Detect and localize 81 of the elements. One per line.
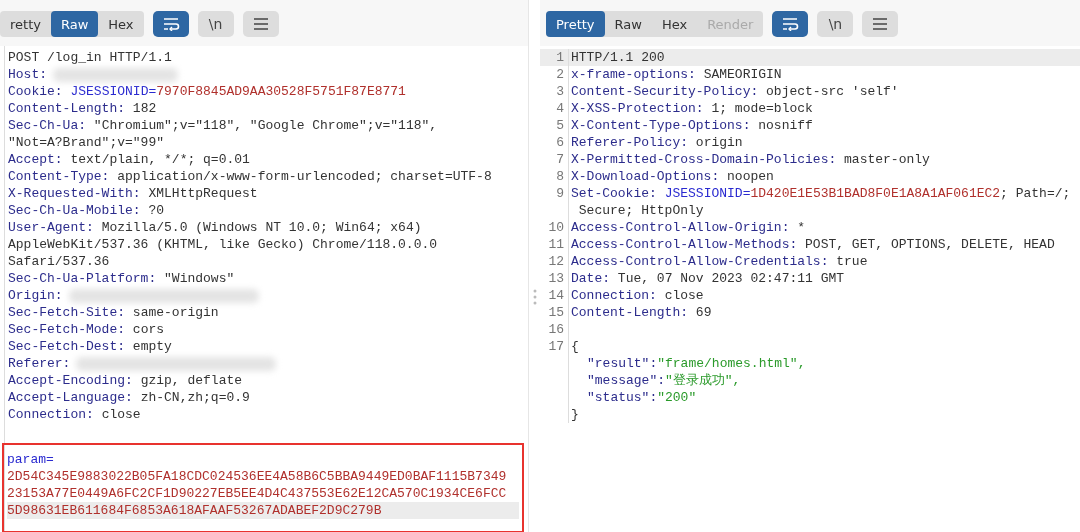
- code-line: Sec-Ch-Ua: "Chromium";v="118", "Google Chrome";v="118",: [8, 117, 438, 134]
- code-line: Host:: [8, 66, 47, 83]
- code-line: "status":"200": [586, 389, 697, 406]
- code-line: Sec-Fetch-Site: same-origin: [8, 304, 219, 321]
- view-tab[interactable]: Raw: [604, 11, 652, 37]
- code-line: Sec-Ch-Ua-Mobile: ?0: [8, 202, 165, 219]
- code-line: {: [571, 338, 579, 355]
- code-line: POST /log_in HTTP/1.1: [8, 49, 172, 66]
- code-line: Sec-Ch-Ua-Platform: "Windows": [8, 270, 235, 287]
- code-line: Set-Cookie: JSESSIONID=1D420E1E53B1BAD8F0E1A8A1AF061EC2; Path=/;: [571, 185, 1071, 202]
- wrap-icon: [161, 17, 180, 31]
- code-line: User-Agent: Mozilla/5.0 (Windows NT 10.0; Win64; x64): [8, 219, 422, 236]
- code-line: param=: [7, 451, 54, 468]
- line-number: 9: [540, 185, 569, 202]
- view-tab[interactable]: Raw: [50, 11, 99, 37]
- code-line: AppleWebKit/537.36 (KHTML, like Gecko) Chrome/118.0.0.0: [8, 236, 438, 253]
- code-line: X-Permitted-Cross-Domain-Policies: master-only: [571, 151, 930, 168]
- code-line: Origin:: [8, 287, 63, 304]
- view-tab[interactable]: retty: [0, 11, 51, 37]
- code-line: X-XSS-Protection: 1; mode=block: [571, 100, 813, 117]
- code-line: X-Requested-With: XMLHttpRequest: [8, 185, 258, 202]
- code-line: Access-Control-Allow-Methods: POST, GET, OPTIONS, DELETE, HEAD: [571, 236, 1055, 253]
- code-line: Referer:: [8, 355, 71, 372]
- code-line: }: [571, 406, 579, 423]
- code-line: Connection: close: [571, 287, 704, 304]
- code-line: Safari/537.36: [8, 253, 110, 270]
- code-line: Referer-Policy: origin: [571, 134, 743, 151]
- newline-button[interactable]: \n: [197, 11, 234, 37]
- line-number: 6: [540, 134, 569, 151]
- line-number: 17: [540, 338, 569, 355]
- line-number: 8: [540, 168, 569, 185]
- code-line: Accept-Encoding: gzip, deflate: [8, 372, 243, 389]
- code-line: "result":"frame/homes.html",: [586, 355, 806, 372]
- code-line: X-Content-Type-Options: nosniff: [571, 117, 813, 134]
- code-line: Sec-Fetch-Dest: empty: [8, 338, 172, 355]
- code-line: Content-Length: 69: [571, 304, 712, 321]
- code-line: HTTP/1.1 200: [571, 49, 665, 66]
- code-line: "Not=A?Brand";v="99": [8, 134, 165, 151]
- line-number: 15: [540, 304, 569, 321]
- menu-icon: [252, 18, 269, 30]
- line-number: 7: [540, 151, 569, 168]
- line-number: 1: [540, 49, 569, 66]
- code-line: "message":"登录成功",: [586, 372, 741, 389]
- code-line: Secure; HttpOnly: [577, 202, 704, 219]
- wrap-icon: [781, 17, 800, 31]
- code-line: Accept: text/plain, */*; q=0.01: [8, 151, 250, 168]
- line-number: 10: [540, 219, 569, 236]
- code-line: Cookie: JSESSIONID=7970F8845AD9AA30528F5751F87E8771: [8, 83, 406, 100]
- code-line: 23153A77E0449A6FC2CF1D90227EB5EE4D4C437553E62E12CA570C1934CE6FCC: [7, 485, 507, 502]
- line-number: 16: [540, 321, 569, 338]
- menu-icon: [872, 18, 889, 30]
- code-line: Accept-Language: zh-CN,zh;q=0.9: [8, 389, 250, 406]
- code-line: X-Download-Options: noopen: [571, 168, 774, 185]
- view-tab[interactable]: Hex: [651, 11, 698, 37]
- code-line: Date: Tue, 07 Nov 2023 02:47:11 GMT: [571, 270, 845, 287]
- wrap-button[interactable]: [152, 11, 189, 37]
- code-line: Content-Security-Policy: object-src 'self': [571, 83, 899, 100]
- code-line: 2D54C345E9883022B05FA18CDC024536EE4A58B6C5BBA9449ED0BAF1115B7349: [7, 468, 507, 485]
- code-line: Connection: close: [8, 406, 141, 423]
- view-tab[interactable]: Pretty: [546, 11, 605, 37]
- code-line: Sec-Fetch-Mode: cors: [8, 321, 165, 338]
- line-number: 5: [540, 117, 569, 134]
- code-line: Content-Length: 182: [8, 100, 157, 117]
- code-line: Access-Control-Allow-Credentials: true: [571, 253, 868, 270]
- line-number: 3: [540, 83, 569, 100]
- menu-button[interactable]: [242, 11, 279, 37]
- drag-handle-icon[interactable]: [532, 288, 537, 305]
- menu-button[interactable]: [862, 11, 899, 37]
- line-number: 2: [540, 66, 569, 83]
- newline-button[interactable]: \n: [817, 11, 854, 37]
- code-line: 5D98631EB611684F6853A618AFAAF53267ADABEF2D9C279B: [7, 502, 382, 519]
- line-number: 13: [540, 270, 569, 287]
- code-line: Content-Type: application/x-www-form-urlencoded; charset=UTF-8: [8, 168, 492, 185]
- line-number: 12: [540, 253, 569, 270]
- view-tab[interactable]: Hex: [98, 11, 144, 37]
- line-number: 14: [540, 287, 569, 304]
- wrap-button[interactable]: [772, 11, 809, 37]
- line-number: 4: [540, 100, 569, 117]
- line-number: 11: [540, 236, 569, 253]
- code-line: Access-Control-Allow-Origin: *: [571, 219, 806, 236]
- code-line: x-frame-options: SAMEORIGIN: [571, 66, 782, 83]
